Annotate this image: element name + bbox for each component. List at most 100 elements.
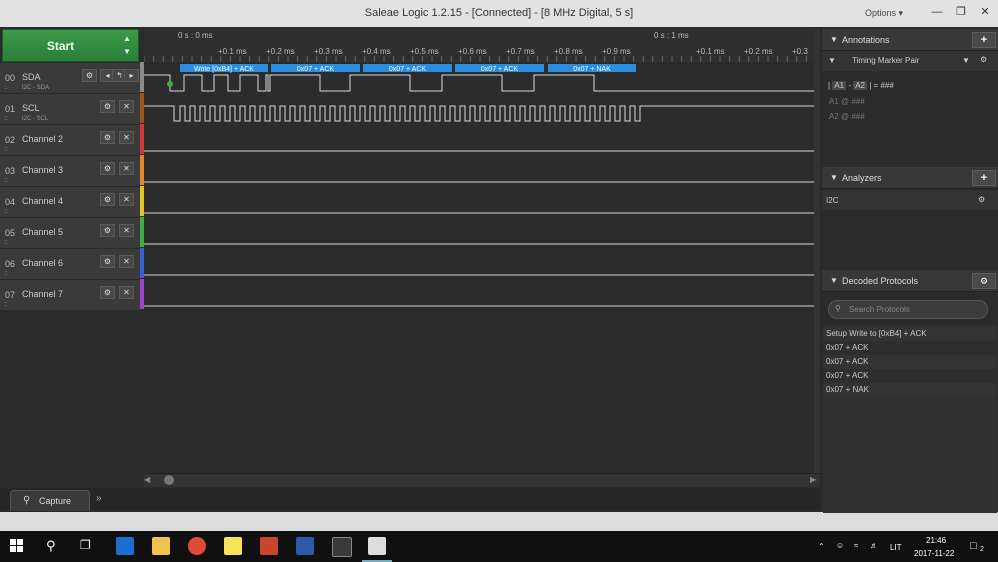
remove-channel-icon[interactable]: ✕ [119, 255, 134, 268]
timing-settings-icon[interactable]: ⚙ [980, 55, 987, 64]
notifications-icon[interactable]: □ [970, 540, 977, 552]
channel-settings-icon[interactable]: ⚙ [100, 255, 115, 268]
powerpoint-icon[interactable] [260, 537, 278, 555]
add-analyzer-button[interactable]: + [972, 170, 996, 186]
channel-name[interactable]: Channel 3 [22, 165, 63, 175]
sticky-notes-icon[interactable] [224, 537, 242, 555]
timing-marker-row[interactable]: ▼ Timing Marker Pair ▼ ⚙ [822, 51, 998, 71]
decoded-item[interactable]: Setup Write to [0xB4] + ACK [823, 327, 997, 341]
start-button[interactable]: Start ▲ ▼ [2, 29, 139, 62]
waveform-area[interactable]: Write [0xB4] + ACK 0x07 + ACK 0x07 + ACK 0x… [144, 62, 814, 310]
word-icon[interactable] [296, 537, 314, 555]
drag-handle-icon[interactable]: :::: [4, 271, 8, 277]
a1-label[interactable]: A1 [832, 81, 847, 90]
edge-icon[interactable] [116, 537, 134, 555]
channel-name[interactable]: Channel 2 [22, 134, 63, 144]
scroll-right-icon[interactable]: ▶ [810, 475, 816, 484]
minimize-icon[interactable]: — [926, 3, 948, 21]
capture-tab[interactable]: ⚲ Capture [10, 490, 90, 511]
people-icon[interactable]: ☺ [836, 541, 844, 550]
drag-handle-icon[interactable]: :::: [4, 147, 8, 153]
collapse-annotations-icon[interactable]: ▼ [830, 35, 838, 44]
channel-row[interactable]: 07 Channel 7:::: ⚙ ✕ [0, 279, 140, 310]
collapse-analyzers-icon[interactable]: ▼ [830, 173, 838, 182]
channel-settings-icon[interactable]: ⚙ [100, 224, 115, 237]
channel-name[interactable]: Channel 4 [22, 196, 63, 206]
channel-name[interactable]: SDA [22, 72, 41, 82]
remove-channel-icon[interactable]: ✕ [119, 100, 134, 113]
saleae-logic-icon[interactable] [368, 537, 386, 555]
analyzers-header[interactable]: ▼ Analyzers + [822, 167, 998, 189]
tray-chevron-icon[interactable]: ⌃ [818, 542, 825, 551]
decode-bubble[interactable]: 0x07 + ACK [455, 64, 544, 73]
horizontal-scrollbar[interactable]: ◀ ▶ [144, 473, 820, 487]
channel-name[interactable]: Channel 7 [22, 289, 63, 299]
channel-name[interactable]: Channel 6 [22, 258, 63, 268]
channel-name[interactable]: Channel 5 [22, 227, 63, 237]
decoded-item[interactable]: 0x07 + ACK [823, 369, 997, 383]
remove-channel-icon[interactable]: ✕ [119, 162, 134, 175]
search-taskbar-icon[interactable]: ⚲ [46, 538, 56, 554]
channel-row[interactable]: 01 SCL I2C - SCL:::: ⚙ ✕ [0, 93, 140, 124]
analyzer-settings-icon[interactable]: ⚙ [978, 195, 985, 204]
channel-settings-icon[interactable]: ⚙ [100, 193, 115, 206]
search-protocols-input[interactable]: ⚲ Search Protocols [828, 300, 988, 319]
options-menu[interactable]: Options ▾ [865, 8, 903, 19]
channel-row[interactable]: 04 Channel 4:::: ⚙ ✕ [0, 186, 140, 217]
remove-channel-icon[interactable]: ✕ [119, 193, 134, 206]
decode-bubble[interactable]: 0x07 + ACK [271, 64, 360, 73]
decode-bubble[interactable]: 0x07 + ACK [363, 64, 452, 73]
time-ruler[interactable]: 0 s : 0 ms 0 s : 1 ms +0.1 ms +0.2 ms +0.3… [144, 29, 814, 63]
drag-handle-icon[interactable]: :::: [4, 240, 8, 246]
channel-settings-icon[interactable]: ⚙ [100, 131, 115, 144]
more-tabs-icon[interactable]: » [96, 493, 102, 504]
chrome-icon[interactable] [188, 537, 206, 555]
volume-icon[interactable]: ♬ [870, 541, 878, 550]
decoded-settings-button[interactable]: ⚙ [972, 273, 996, 289]
next-edge-icon[interactable]: ▸ [124, 69, 139, 82]
vertical-scrollbar[interactable] [814, 29, 820, 473]
restore-icon[interactable]: ❐ [950, 3, 972, 21]
tools-icon[interactable] [332, 537, 352, 557]
channel-row[interactable]: 00 SDA I2C - SDA:::: ⚙ ◂ ↰ ▸ [0, 62, 140, 93]
decoded-item[interactable]: 0x07 + NAK [823, 383, 997, 397]
collapse-decoded-icon[interactable]: ▼ [830, 276, 838, 285]
decoded-protocols-header[interactable]: ▼ Decoded Protocols ⚙ [822, 270, 998, 292]
channel-row[interactable]: 03 Channel 3:::: ⚙ ✕ [0, 155, 140, 186]
drag-handle-icon[interactable]: :::: [4, 116, 8, 122]
remove-channel-icon[interactable]: ✕ [119, 224, 134, 237]
drag-handle-icon[interactable]: :::: [4, 302, 8, 308]
scroll-left-icon[interactable]: ◀ [144, 475, 150, 484]
decoded-item[interactable]: 0x07 + ACK [823, 341, 997, 355]
a2-label[interactable]: A2 [853, 81, 868, 90]
decode-bubble[interactable]: 0x07 + NAK [548, 64, 636, 73]
file-explorer-icon[interactable] [152, 537, 170, 555]
clock-date[interactable]: 2017-11-22 [914, 549, 954, 558]
language-indicator[interactable]: LIT [890, 543, 902, 552]
start-options-down-icon[interactable]: ▼ [123, 47, 131, 56]
channel-settings-icon[interactable]: ⚙ [100, 100, 115, 113]
annotations-header[interactable]: ▼ Annotations + [822, 29, 998, 51]
drag-handle-icon[interactable]: :::: [4, 209, 8, 215]
analyzer-item[interactable]: I2C ⚙ [822, 190, 998, 210]
channel-settings-icon[interactable]: ⚙ [100, 162, 115, 175]
scroll-thumb[interactable] [164, 475, 174, 485]
start-options-up-icon[interactable]: ▲ [123, 34, 131, 43]
add-annotation-button[interactable]: + [972, 32, 996, 48]
windows-start-icon[interactable] [10, 539, 24, 553]
decoded-item[interactable]: 0x07 + ACK [823, 355, 997, 369]
close-icon[interactable]: ✕ [974, 3, 996, 21]
channel-row[interactable]: 06 Channel 6:::: ⚙ ✕ [0, 248, 140, 279]
channel-row[interactable]: 05 Channel 5:::: ⚙ ✕ [0, 217, 140, 248]
decode-bubble[interactable]: Write [0xB4] + ACK [180, 64, 268, 73]
timing-dropdown-icon[interactable]: ▼ [962, 56, 970, 65]
channel-row[interactable]: 02 Channel 2:::: ⚙ ✕ [0, 124, 140, 155]
network-icon[interactable]: ≈ [854, 541, 858, 550]
channel-name[interactable]: SCL [22, 103, 40, 113]
remove-channel-icon[interactable]: ✕ [119, 286, 134, 299]
channel-settings-icon[interactable]: ⚙ [100, 286, 115, 299]
clock-time[interactable]: 21:46 [926, 536, 946, 545]
channel-settings-icon[interactable]: ⚙ [82, 69, 97, 82]
drag-handle-icon[interactable]: :::: [4, 85, 8, 91]
drag-handle-icon[interactable]: :::: [4, 178, 8, 184]
